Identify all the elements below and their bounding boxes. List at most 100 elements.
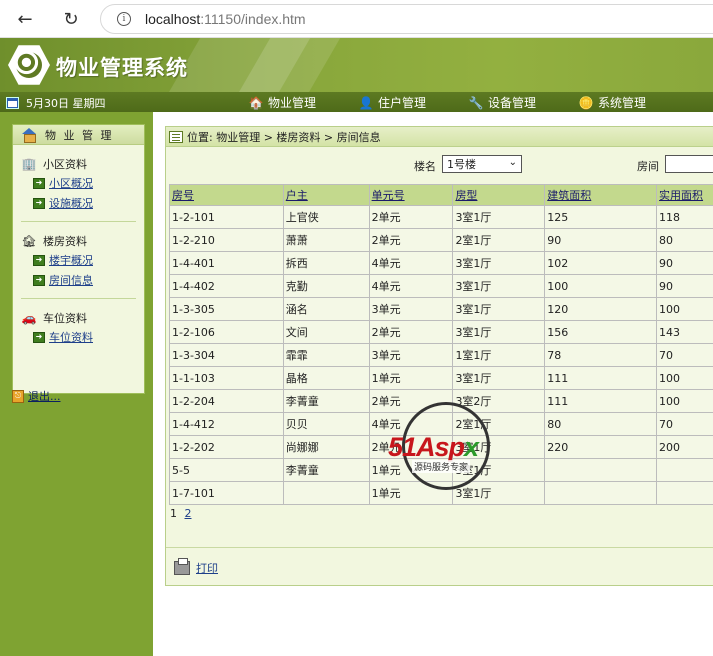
col-usable-area[interactable]: 实用面积 <box>656 184 713 206</box>
table-cell: 118 <box>656 205 713 229</box>
breadcrumb-text: 位置: 物业管理 > 楼房资料 > 房间信息 <box>187 130 381 144</box>
table-cell <box>544 481 658 505</box>
table-cell: 100 <box>656 389 713 413</box>
logo-icon <box>8 45 50 85</box>
building-icon: 🏚 <box>21 234 37 248</box>
table-cell: 2室1厅 <box>452 228 546 252</box>
table-cell: 111 <box>544 366 658 390</box>
table-cell: 3室1厅 <box>452 366 546 390</box>
table-cell: 2单元 <box>368 205 454 229</box>
print-area: 打印 <box>166 547 713 587</box>
sidebar-item-room-info[interactable]: ➜ 房间信息 <box>21 270 144 290</box>
menu-label: 住户管理 <box>378 96 427 110</box>
app-title: 物业管理系统 <box>56 56 188 80</box>
sidebar-item-community-overview[interactable]: ➜ 小区概况 <box>21 173 144 193</box>
table-cell: 1-2-210 <box>169 228 284 252</box>
url-host: localhost <box>145 11 201 27</box>
sidebar-group-community: 🏢 小区资料 ➜ 小区概况 ➜ 设施概况 <box>13 155 144 213</box>
divider <box>21 221 136 222</box>
col-owner[interactable]: 户主 <box>282 184 370 206</box>
sidebar-item-facility-overview[interactable]: ➜ 设施概况 <box>21 193 144 213</box>
table-row: 1-4-401 拆西 4单元 3室1厅 102 90 <box>169 251 713 275</box>
table-header-row: 房号 户主 单元号 房型 建筑面积 实用面积 <box>169 184 713 206</box>
table-cell <box>544 458 658 482</box>
back-arrow-icon[interactable]: ← <box>14 8 36 30</box>
sidebar-item-parking-info[interactable]: ➜ 车位资料 <box>21 327 144 347</box>
table-row: 1-1-103 晶格 1单元 3室1厅 111 100 <box>169 366 713 390</box>
table-cell <box>656 458 713 482</box>
main-content: 位置: 物业管理 > 楼房资料 > 房间信息 楼名 1号楼 ⌄ 房间 房号 户主… <box>165 126 713 586</box>
table-cell: 1-2-202 <box>169 435 284 459</box>
table-row: 1-3-304 霏霏 3单元 1室1厅 78 70 <box>169 343 713 367</box>
group-title: 🏢 小区资料 <box>21 157 87 171</box>
table-cell: 80 <box>544 412 658 436</box>
page-link-2[interactable]: 2 <box>185 507 192 520</box>
table-cell: 90 <box>656 251 713 275</box>
date-display: 5月30日 星期四 <box>6 95 106 111</box>
col-building-area[interactable]: 建筑面积 <box>544 184 658 206</box>
print-link[interactable]: 打印 <box>196 560 218 576</box>
col-room-type[interactable]: 房型 <box>452 184 546 206</box>
table-cell: 3室1厅 <box>452 205 546 229</box>
table-cell: 1单元 <box>368 366 454 390</box>
sidebar-group-parking: 🚗 车位资料 ➜ 车位资料 <box>13 309 144 347</box>
arrow-right-icon: ➜ <box>33 274 45 286</box>
logout-button[interactable]: ⎋ 退出... <box>12 388 61 404</box>
menu-bar: 5月30日 星期四 🏠 物业管理 👤 住户管理 🔧 设备管理 🪙 系统管理 <box>0 92 713 112</box>
table-cell: 90 <box>544 228 658 252</box>
coins-icon: 🪙 <box>578 95 594 110</box>
table-cell: 1-4-401 <box>169 251 284 275</box>
menu-resident-management[interactable]: 👤 住户管理 <box>358 94 427 111</box>
filter-row: 楼名 1号楼 ⌄ 房间 <box>166 147 713 179</box>
room-label: 房间 <box>637 160 659 173</box>
reload-icon[interactable]: ↻ <box>60 8 82 30</box>
url-path: :11150/index.htm <box>200 11 306 27</box>
menu-label: 系统管理 <box>598 96 647 110</box>
building-select[interactable]: 1号楼 ⌄ <box>442 155 522 173</box>
table-cell: 萧萧 <box>282 228 370 252</box>
watermark-brand: 51Aspx <box>388 432 479 462</box>
table-cell: 1-4-412 <box>169 412 284 436</box>
table-cell: 1-3-304 <box>169 343 284 367</box>
arrow-right-icon: ➜ <box>33 177 45 189</box>
table-cell: 200 <box>656 435 713 459</box>
col-unit[interactable]: 单元号 <box>368 184 454 206</box>
table-cell: 100 <box>544 274 658 298</box>
col-room-no[interactable]: 房号 <box>169 184 284 206</box>
pager: 1 2 <box>170 507 192 520</box>
table-cell: 尚娜娜 <box>282 435 370 459</box>
sidebar-panel: 物 业 管 理 🏢 小区资料 ➜ 小区概况 ➜ 设施概况 🏚 楼房资料 ➜ 楼宇… <box>12 124 145 394</box>
divider <box>21 298 136 299</box>
house-icon: 🏠 <box>248 95 264 110</box>
table-cell: 143 <box>656 320 713 344</box>
table-cell: 78 <box>544 343 658 367</box>
arrow-right-icon: ➜ <box>33 254 45 266</box>
table-cell: 2单元 <box>368 228 454 252</box>
table-cell: 100 <box>656 366 713 390</box>
printer-icon <box>174 557 190 575</box>
table-cell: 克勤 <box>282 274 370 298</box>
buildings-icon: 🏢 <box>21 157 37 171</box>
table-cell: 5-5 <box>169 458 284 482</box>
arrow-right-icon: ➜ <box>33 331 45 343</box>
info-icon[interactable]: i <box>117 12 131 26</box>
menu-property-management[interactable]: 🏠 物业管理 <box>248 94 317 111</box>
menu-equipment-management[interactable]: 🔧 设备管理 <box>468 94 537 111</box>
address-bar[interactable]: i localhost:11150/index.htm <box>100 4 713 34</box>
table-cell: 3室1厅 <box>452 320 546 344</box>
table-cell: 2单元 <box>368 320 454 344</box>
table-cell: 霏霏 <box>282 343 370 367</box>
table-cell: 102 <box>544 251 658 275</box>
watermark-subtitle: 源码服务专家 <box>412 460 471 473</box>
table-cell <box>282 481 370 505</box>
table-cell: 李菁童 <box>282 458 370 482</box>
sidebar: 物 业 管 理 🏢 小区资料 ➜ 小区概况 ➜ 设施概况 🏚 楼房资料 ➜ 楼宇… <box>0 112 153 656</box>
table-row: 1-2-106 文间 2单元 3室1厅 156 143 <box>169 320 713 344</box>
table-cell: 220 <box>544 435 658 459</box>
room-input[interactable] <box>665 155 713 173</box>
exit-icon: ⎋ <box>12 389 24 403</box>
sidebar-item-building-overview[interactable]: ➜ 楼宇概况 <box>21 250 144 270</box>
table-cell: 1-2-101 <box>169 205 284 229</box>
breadcrumb: 位置: 物业管理 > 楼房资料 > 房间信息 <box>166 127 713 147</box>
menu-system-management[interactable]: 🪙 系统管理 <box>578 94 647 111</box>
